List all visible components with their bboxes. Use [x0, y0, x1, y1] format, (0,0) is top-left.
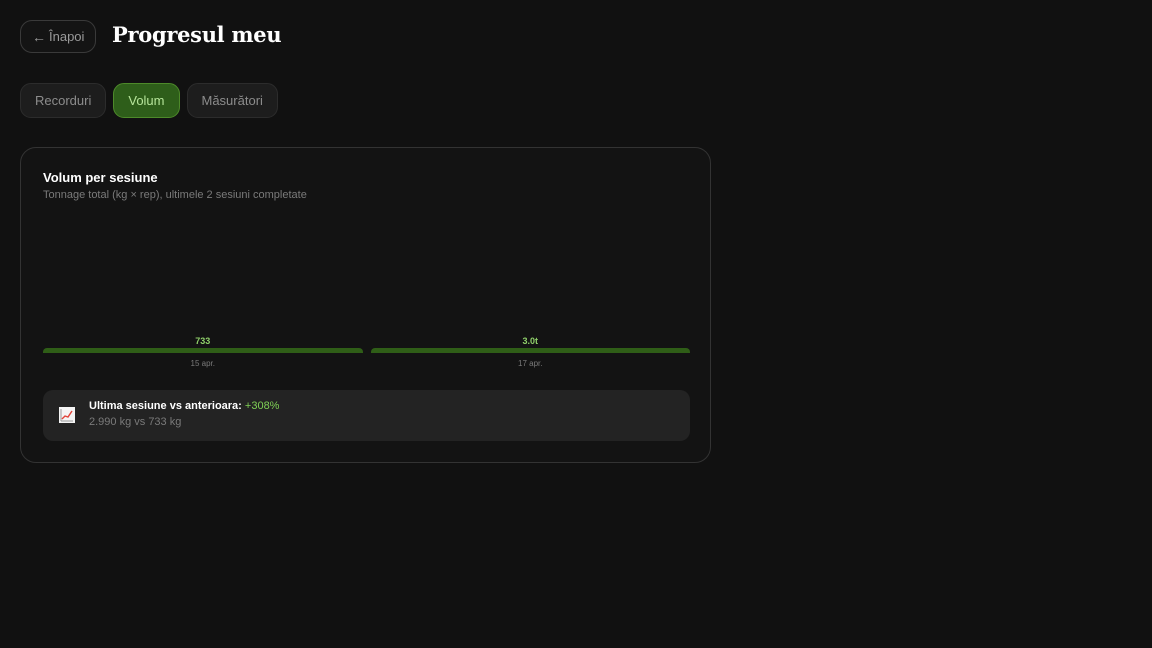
- volume-bar-chart: 733 15 apr. 3.0t 17 apr.: [43, 333, 690, 373]
- back-button[interactable]: ← Înapoi: [20, 20, 97, 53]
- bar-value-label: 733: [195, 336, 211, 346]
- bar-value-label: 3.0t: [522, 336, 538, 346]
- tab-volum[interactable]: Volum: [113, 83, 180, 118]
- comparison-label: Ultima sesiune vs anterioara:: [89, 400, 242, 412]
- comparison-box: Ultima sesiune vs anterioara: +308% 2.99…: [43, 390, 690, 441]
- comparison-headline: Ultima sesiune vs anterioara: +308%: [89, 400, 279, 412]
- tab-recorduri[interactable]: Recorduri: [20, 83, 107, 118]
- bar: [370, 348, 690, 353]
- volume-card: Volum per sesiune Tonnage total (kg × re…: [20, 147, 711, 463]
- bar-column: 3.0t 17 apr.: [370, 333, 690, 373]
- progress-page: ← Înapoi Progresul meu Recorduri Volum M…: [0, 0, 1152, 648]
- back-button-label: Înapoi: [49, 29, 85, 44]
- tab-masuratori[interactable]: Măsurători: [186, 83, 278, 118]
- tab-bar: Recorduri Volum Măsurători: [20, 83, 278, 118]
- arrow-left-icon: ←: [32, 28, 46, 45]
- comparison-change: +308%: [244, 400, 280, 412]
- bar-column: 733 15 apr.: [43, 333, 363, 373]
- chart-increasing-icon: [59, 407, 75, 423]
- comparison-detail: 2.990 kg vs 733 kg: [89, 416, 182, 428]
- card-subtitle: Tonnage total (kg × rep), ultimele 2 ses…: [43, 189, 307, 201]
- bar-category-label: 17 apr.: [518, 359, 543, 368]
- bar: [43, 348, 363, 353]
- card-title: Volum per sesiune: [43, 170, 158, 185]
- page-title: Progresul meu: [112, 22, 282, 47]
- bar-category-label: 15 apr.: [190, 359, 215, 368]
